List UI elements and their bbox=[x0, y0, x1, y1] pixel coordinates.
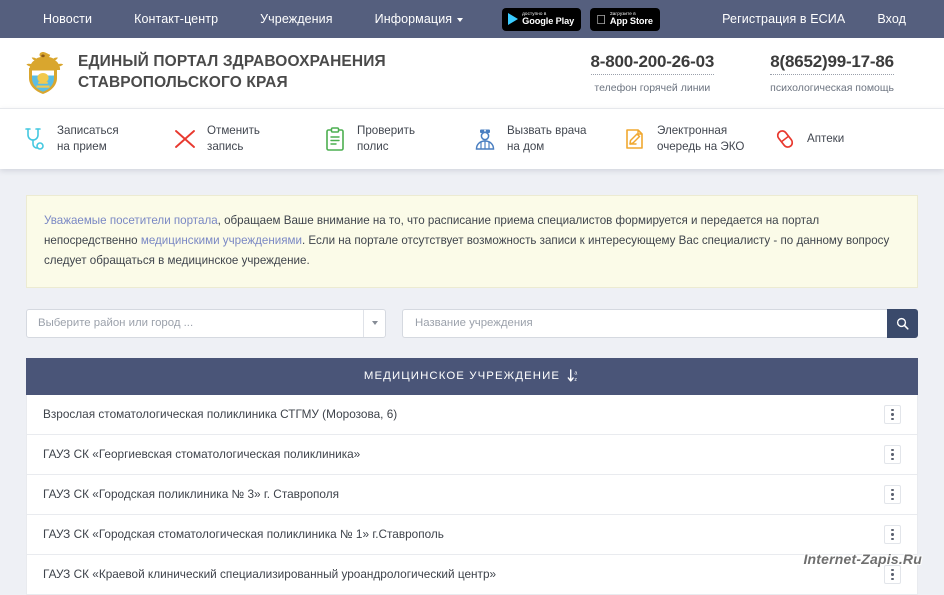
institution-name-input[interactable] bbox=[402, 308, 887, 338]
nav-item-information-label: Информация bbox=[374, 12, 453, 26]
pill-capsule-icon bbox=[772, 125, 798, 153]
app-store-badge[interactable]:  Загрузите в App Store bbox=[590, 7, 660, 31]
main-content: Уважаемые посетители портала, обращаем В… bbox=[0, 169, 944, 595]
table-row[interactable]: ГАУЗ СК «Городская поликлиника № 3» г. С… bbox=[26, 474, 918, 515]
cancel-x-icon bbox=[172, 125, 198, 153]
service-pharmacies-label: Аптеки bbox=[807, 131, 844, 147]
kebab-menu-icon[interactable] bbox=[884, 524, 901, 544]
clipboard-check-icon bbox=[322, 125, 348, 153]
table-row[interactable]: ГАУЗ СК «Георгиевская стоматологическая … bbox=[26, 434, 918, 475]
google-play-icon bbox=[508, 13, 519, 25]
hotline-phone-block: 8-800-200-26-03 телефон горячей линии bbox=[563, 52, 743, 94]
top-nav-account-links: Регистрация в ЕСИА Вход bbox=[706, 12, 922, 26]
site-header: ЕДИНЫЙ ПОРТАЛ ЗДРАВООХРАНЕНИЯ СТАВРОПОЛЬ… bbox=[0, 38, 944, 108]
nav-item-institutions-label: Учреждения bbox=[260, 12, 333, 26]
psychological-help-phone-block: 8(8652)99-17-86 психологическая помощь bbox=[742, 52, 922, 94]
stavropol-krai-coat-of-arms-icon bbox=[26, 52, 64, 94]
sort-az-descending-icon: a z bbox=[567, 369, 578, 383]
institution-name: ГАУЗ СК «Георгиевская стоматологическая … bbox=[43, 447, 361, 462]
doctor-icon bbox=[472, 125, 498, 153]
page-title: ЕДИНЫЙ ПОРТАЛ ЗДРАВООХРАНЕНИЯ СТАВРОПОЛЬ… bbox=[78, 52, 386, 94]
service-eco-queue-label: Электронная очередь на ЭКО bbox=[657, 123, 744, 155]
kebab-menu-icon[interactable] bbox=[884, 404, 901, 424]
table-header-sort[interactable]: МЕДИЦИНСКОЕ УЧРЕЖДЕНИЕ a z bbox=[26, 357, 918, 395]
psychological-help-phone-number[interactable]: 8(8652)99-17-86 bbox=[770, 52, 894, 75]
chevron-down-icon[interactable] bbox=[363, 309, 385, 337]
clipboard-pen-icon bbox=[622, 125, 648, 153]
nav-item-news-label: Новости bbox=[43, 12, 93, 26]
notice-highlight-institutions: медицинскими учреждениями bbox=[140, 233, 302, 247]
hotline-phone-caption: телефон горячей линии bbox=[594, 82, 711, 94]
service-cancel-appointment-line1: Отменить bbox=[207, 124, 260, 138]
hotline-phone-number[interactable]: 8-800-200-26-03 bbox=[590, 52, 714, 75]
service-make-appointment-line2: на прием bbox=[57, 140, 107, 153]
svg-text:a: a bbox=[575, 371, 578, 377]
nav-item-information[interactable]: Информация bbox=[354, 12, 485, 26]
nav-item-institutions[interactable]: Учреждения bbox=[239, 12, 353, 26]
app-store-badge-label: App Store bbox=[600, 15, 653, 26]
service-call-doctor-home-label: Вызвать врача на дом bbox=[507, 123, 586, 155]
search-controls: Выберите район или город ... bbox=[26, 308, 918, 338]
service-make-appointment-label: Записаться на прием bbox=[57, 123, 119, 155]
page-title-line1: ЕДИНЫЙ ПОРТАЛ ЗДРАВООХРАНЕНИЯ bbox=[78, 53, 386, 71]
google-play-badge[interactable]: доступно в Google Play bbox=[502, 7, 582, 31]
svg-text:z: z bbox=[575, 377, 578, 383]
service-eco-queue-line1: Электронная bbox=[657, 124, 728, 138]
region-select-value[interactable]: Выберите район или город ... bbox=[27, 310, 363, 337]
institution-name: ГАУЗ СК «Краевой клинический специализир… bbox=[43, 567, 497, 582]
institutions-table: МЕДИЦИНСКОЕ УЧРЕЖДЕНИЕ a z Взрослая стом… bbox=[26, 357, 918, 595]
institution-name: ГАУЗ СК «Городская стоматологическая пол… bbox=[43, 527, 444, 542]
service-cancel-appointment-line2: запись bbox=[207, 140, 244, 153]
psychological-help-phone-caption: психологическая помощь bbox=[770, 82, 894, 94]
service-make-appointment[interactable]: Записаться на прием bbox=[22, 123, 172, 155]
service-pharmacies-line1: Аптеки bbox=[807, 132, 845, 145]
google-play-badge-label: Google Play bbox=[522, 15, 575, 26]
portal-notice-banner: Уважаемые посетители портала, обращаем В… bbox=[26, 195, 918, 288]
service-check-policy-label: Проверить полис bbox=[357, 123, 415, 155]
header-phones: 8-800-200-26-03 телефон горячей линии 8(… bbox=[563, 52, 923, 94]
top-navigation-bar: Новости Контакт-центр Учреждения Информа… bbox=[0, 0, 944, 38]
table-row[interactable]: Взрослая стоматологическая поликлиника С… bbox=[26, 394, 918, 435]
nav-item-news[interactable]: Новости bbox=[22, 12, 113, 26]
institution-name: ГАУЗ СК «Городская поликлиника № 3» г. С… bbox=[43, 487, 340, 502]
apple-icon:  bbox=[596, 13, 606, 26]
table-row[interactable]: ГАУЗ СК «Городская стоматологическая пол… bbox=[26, 514, 918, 555]
region-select[interactable]: Выберите район или город ... bbox=[26, 308, 386, 338]
services-bar: Записаться на прием Отменить запись Пров… bbox=[0, 108, 944, 169]
table-column-header-label: МЕДИЦИНСКОЕ УЧРЕЖДЕНИЕ bbox=[363, 370, 561, 383]
institution-name: Взрослая стоматологическая поликлиника С… bbox=[43, 407, 398, 422]
service-call-doctor-home[interactable]: Вызвать врача на дом bbox=[472, 123, 622, 155]
notice-highlight-visitors: Уважаемые посетители портала bbox=[44, 214, 218, 227]
kebab-menu-icon[interactable] bbox=[884, 564, 901, 584]
nav-item-contact-center[interactable]: Контакт-центр bbox=[113, 12, 239, 26]
service-eco-queue[interactable]: Электронная очередь на ЭКО bbox=[622, 123, 772, 155]
search-button[interactable] bbox=[887, 308, 918, 338]
chevron-down-icon bbox=[457, 17, 464, 22]
login-link[interactable]: Вход bbox=[861, 12, 922, 26]
app-store-badges: доступно в Google Play  Загрузите в App… bbox=[502, 7, 660, 31]
service-cancel-appointment[interactable]: Отменить запись bbox=[172, 123, 322, 155]
service-check-policy[interactable]: Проверить полис bbox=[322, 123, 472, 155]
service-check-policy-line2: полис bbox=[357, 140, 389, 153]
service-pharmacies[interactable]: Аптеки bbox=[772, 125, 922, 153]
stethoscope-icon bbox=[22, 125, 48, 153]
service-make-appointment-line1: Записаться bbox=[57, 124, 119, 138]
nav-item-contact-center-label: Контакт-центр bbox=[134, 12, 219, 26]
esia-registration-link[interactable]: Регистрация в ЕСИА bbox=[706, 12, 861, 26]
magnifier-icon bbox=[896, 317, 909, 330]
top-nav-links: Новости Контакт-центр Учреждения Информа… bbox=[22, 7, 660, 31]
service-check-policy-line1: Проверить bbox=[357, 124, 415, 138]
kebab-menu-icon[interactable] bbox=[884, 484, 901, 504]
page-title-line2: СТАВРОПОЛЬСКОГО КРАЯ bbox=[78, 74, 288, 91]
kebab-menu-icon[interactable] bbox=[884, 444, 901, 464]
brand-block[interactable]: ЕДИНЫЙ ПОРТАЛ ЗДРАВООХРАНЕНИЯ СТАВРОПОЛЬ… bbox=[22, 50, 386, 96]
service-cancel-appointment-label: Отменить запись bbox=[207, 123, 260, 155]
service-eco-queue-line2: очередь на ЭКО bbox=[657, 140, 745, 153]
service-call-doctor-home-line2: на дом bbox=[507, 140, 545, 153]
institution-search-group bbox=[402, 308, 918, 338]
service-call-doctor-home-line1: Вызвать врача bbox=[507, 124, 587, 138]
